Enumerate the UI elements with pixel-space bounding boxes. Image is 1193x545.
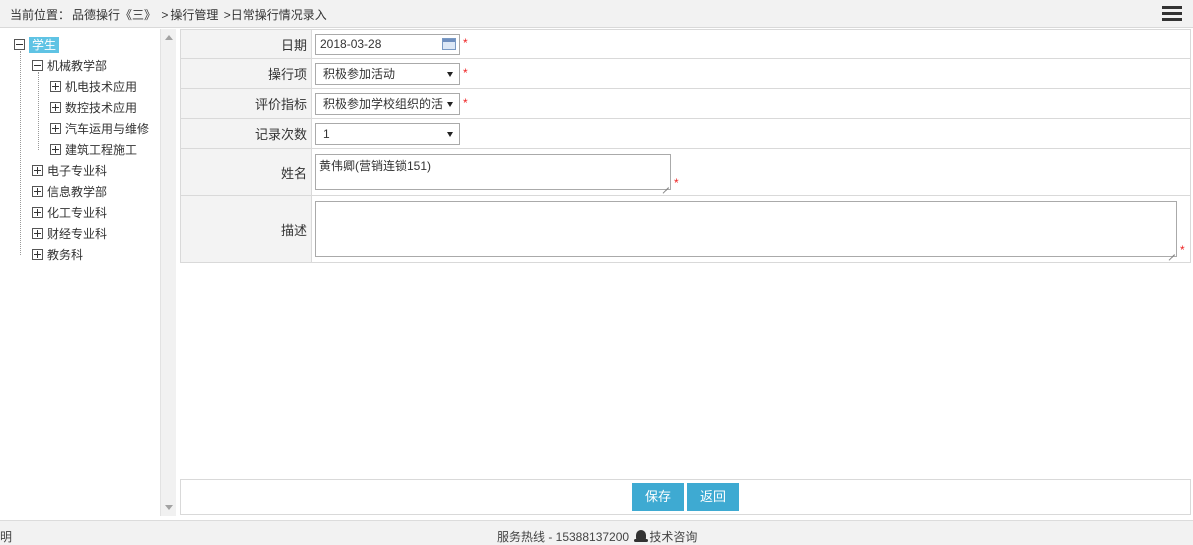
tree-label[interactable]: 教务科: [47, 248, 83, 262]
expand-icon[interactable]: [50, 81, 61, 93]
tree-label[interactable]: 机电技术应用: [65, 80, 137, 94]
count-select-value: 1: [323, 126, 330, 141]
entry-form: 日期 2018-03-28 * 操行项 积极参加活动 * 评价指标 积极参加学校组织…: [180, 29, 1191, 263]
date-input[interactable]: 2018-03-28: [315, 33, 460, 55]
item-select[interactable]: 积极参加活动: [315, 62, 460, 85]
breadcrumb-separator: >: [161, 8, 169, 22]
footer-center: 服务热线 - 15388137200 技术咨询: [497, 528, 697, 545]
count-label: 记录次数: [180, 118, 312, 149]
top-bar: 当前位置： 品德操行《三》 > 操行管理 >日常操行情况录入: [0, 0, 1193, 28]
form-row-desc: 描述 *: [180, 195, 1191, 263]
breadcrumb-prefix: 当前位置：: [10, 8, 71, 22]
date-value: 2018-03-28: [320, 36, 382, 51]
scroll-down-icon[interactable]: [165, 505, 173, 510]
collapse-icon[interactable]: [14, 39, 25, 51]
expand-icon[interactable]: [32, 228, 43, 240]
date-label: 日期: [180, 29, 312, 59]
name-value: 黄伟卿(营销连锁151): [319, 159, 432, 173]
expand-icon[interactable]: [32, 186, 43, 198]
breadcrumb: 当前位置： 品德操行《三》 > 操行管理 >日常操行情况录入: [10, 6, 329, 23]
expand-icon[interactable]: [50, 144, 61, 156]
name-label: 姓名: [180, 148, 312, 196]
action-bar: 保存 返回: [180, 479, 1191, 515]
tree-label[interactable]: 数控技术应用: [65, 101, 137, 115]
tree-label[interactable]: 建筑工程施工: [65, 143, 137, 157]
form-row-name: 姓名 黄伟卿(营销连锁151) *: [180, 148, 1191, 196]
required-mark: *: [463, 95, 468, 110]
required-mark: *: [463, 65, 468, 80]
form-row-index: 评价指标 积极参加学校组织的活 *: [180, 88, 1191, 119]
tree-connector: [20, 51, 21, 255]
form-row-count: 记录次数 1: [180, 118, 1191, 149]
count-select[interactable]: 1: [315, 122, 460, 145]
tree-label[interactable]: 机械教学部: [47, 59, 107, 73]
tree-node-information[interactable]: 信息教学部: [32, 182, 107, 202]
sidebar-scrollbar[interactable]: [160, 29, 176, 516]
footer: 明 服务热线 - 15388137200 技术咨询: [0, 520, 1193, 545]
tree-node-finance[interactable]: 财经专业科: [32, 224, 107, 244]
tree-node-electromechanical[interactable]: 机电技术应用: [50, 77, 137, 97]
tree-root-student[interactable]: 学生: [14, 35, 60, 55]
tree-node-automotive[interactable]: 汽车运用与维修: [50, 119, 149, 139]
index-label: 评价指标: [180, 88, 312, 119]
expand-icon[interactable]: [32, 165, 43, 177]
item-select-value: 积极参加活动: [323, 66, 396, 81]
index-select[interactable]: 积极参加学校组织的活: [315, 92, 460, 115]
dropdown-arrow-icon[interactable]: [443, 93, 459, 114]
index-select-value: 积极参加学校组织的活: [323, 96, 444, 111]
breadcrumb-item-current: >日常操行情况录入: [223, 8, 327, 22]
tree-node-cnc[interactable]: 数控技术应用: [50, 98, 137, 118]
tree-label[interactable]: 汽车运用与维修: [65, 122, 149, 136]
calendar-icon[interactable]: [442, 37, 456, 50]
name-textarea[interactable]: 黄伟卿(营销连锁151): [315, 154, 671, 190]
expand-icon[interactable]: [32, 249, 43, 261]
expand-icon[interactable]: [50, 123, 61, 135]
required-mark: *: [1180, 243, 1185, 257]
scroll-up-icon[interactable]: [165, 35, 173, 40]
resize-grip-icon[interactable]: [661, 180, 669, 188]
desc-textarea[interactable]: [315, 201, 1177, 257]
dropdown-arrow-icon[interactable]: [443, 123, 459, 144]
tree-node-electronics[interactable]: 电子专业科: [32, 161, 107, 181]
form-row-date: 日期 2018-03-28 *: [180, 29, 1191, 59]
department-tree: 学生 机械教学部 机电技术应用 数控技术应用 汽车运用与维修 建筑工程施工 电子…: [0, 29, 160, 516]
tree-label[interactable]: 学生: [29, 37, 60, 53]
collapse-icon[interactable]: [32, 60, 43, 72]
expand-icon[interactable]: [32, 207, 43, 219]
form-row-item: 操行项 积极参加活动 *: [180, 58, 1191, 89]
dropdown-arrow-icon[interactable]: [443, 63, 459, 84]
footer-left-text: 明: [0, 530, 13, 544]
tree-label[interactable]: 财经专业科: [47, 227, 107, 241]
expand-icon[interactable]: [50, 102, 61, 114]
tree-label[interactable]: 电子专业科: [47, 164, 107, 178]
tree-node-construction[interactable]: 建筑工程施工: [50, 140, 137, 160]
required-mark: *: [463, 36, 468, 51]
breadcrumb-item-management[interactable]: 操行管理: [170, 8, 218, 22]
back-button[interactable]: 返回: [687, 483, 739, 511]
tree-connector: [38, 72, 39, 150]
breadcrumb-item-module[interactable]: 品德操行《三》: [72, 8, 156, 22]
tree-node-mechanical[interactable]: 机械教学部: [32, 56, 107, 76]
tree-label[interactable]: 化工专业科: [47, 206, 107, 220]
consult-link[interactable]: 技术咨询: [649, 530, 697, 544]
hamburger-menu-icon[interactable]: [1162, 6, 1182, 22]
resize-grip-icon[interactable]: [1167, 247, 1175, 255]
desc-label: 描述: [180, 195, 312, 263]
tree-node-chemical[interactable]: 化工专业科: [32, 203, 107, 223]
save-button[interactable]: 保存: [632, 483, 684, 511]
tree-label[interactable]: 信息教学部: [47, 185, 107, 199]
tree-node-academic-affairs[interactable]: 教务科: [32, 245, 83, 265]
required-mark: *: [674, 176, 679, 190]
qq-icon[interactable]: [634, 530, 649, 542]
item-label: 操行项: [180, 58, 312, 89]
hotline-text: 服务热线 - 15388137200: [497, 530, 630, 544]
